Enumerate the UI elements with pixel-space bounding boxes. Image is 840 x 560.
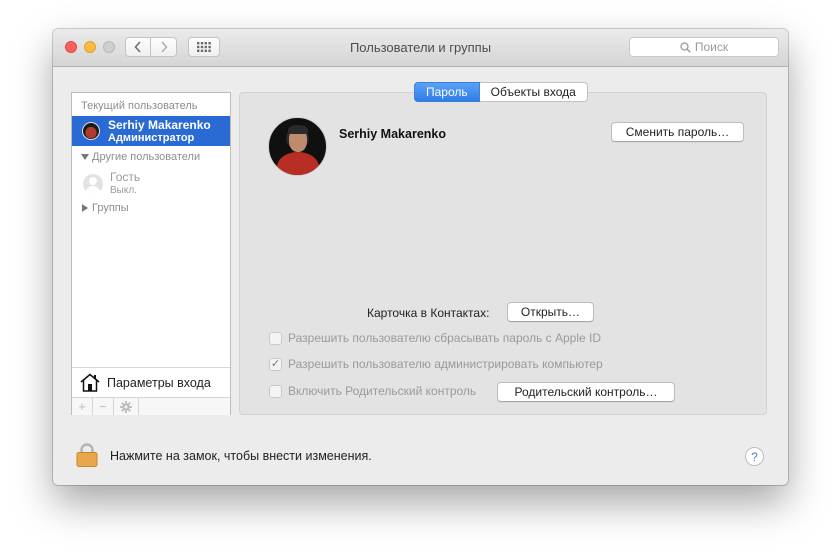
contacts-card-label: Карточка в Контактах: bbox=[367, 306, 490, 320]
checkbox[interactable] bbox=[269, 384, 282, 398]
disclosure-down-icon[interactable] bbox=[81, 154, 89, 160]
remove-user-button[interactable]: − bbox=[93, 398, 114, 415]
search-placeholder: Поиск bbox=[694, 40, 729, 54]
house-icon bbox=[80, 373, 100, 392]
window: Пользователи и группы Поиск Текущий поль… bbox=[53, 29, 788, 485]
tab-bar: Пароль Объекты входа bbox=[414, 82, 588, 102]
option-label: Разрешить пользователю сбрасывать пароль… bbox=[288, 331, 602, 345]
search-field[interactable]: Поиск bbox=[629, 37, 779, 57]
disclosure-right-icon[interactable] bbox=[82, 204, 88, 212]
user-full-name: Serhiy Makarenko bbox=[339, 127, 446, 141]
login-options-item[interactable]: Параметры входа bbox=[72, 367, 230, 398]
sidebar-item-guest[interactable]: Гость bbox=[110, 170, 140, 184]
guest-avatar-icon bbox=[83, 174, 103, 194]
current-user-name: Serhiy Makarenko bbox=[108, 118, 211, 132]
option-parental-controls[interactable]: Включить Родительский контроль bbox=[269, 384, 476, 398]
option-label: Включить Родительский контроль bbox=[288, 384, 477, 398]
open-contacts-button[interactable]: Открыть… bbox=[507, 302, 594, 322]
sidebar-item-current-user[interactable]: Serhiy Makarenko Администратор bbox=[72, 116, 230, 146]
plus-icon: + bbox=[78, 399, 86, 414]
titlebar: Пользователи и группы Поиск bbox=[53, 29, 788, 67]
other-users-header: Другие пользователи bbox=[92, 151, 201, 163]
search-icon bbox=[680, 41, 691, 53]
minus-icon: − bbox=[99, 399, 107, 414]
sidebar-toolbar: + − bbox=[72, 397, 230, 415]
option-allow-admin[interactable]: ✓ Разрешить пользователю администрироват… bbox=[269, 357, 603, 371]
checkbox-checked[interactable]: ✓ bbox=[269, 357, 282, 371]
avatar bbox=[82, 122, 100, 140]
gear-icon bbox=[120, 400, 132, 413]
users-sidebar: Текущий пользователь Serhiy Makarenko Ад… bbox=[71, 92, 231, 415]
tab-password[interactable]: Пароль bbox=[414, 82, 480, 102]
parental-controls-button[interactable]: Родительский контроль… bbox=[497, 382, 675, 402]
login-options-label: Параметры входа bbox=[107, 376, 211, 390]
tab-login-items[interactable]: Объекты входа bbox=[479, 82, 588, 102]
lock-message: Нажмите на замок, чтобы внести изменения… bbox=[110, 449, 372, 463]
current-user-header: Текущий пользователь bbox=[81, 100, 198, 112]
add-user-button[interactable]: + bbox=[72, 398, 93, 415]
guest-status: Выкл. bbox=[110, 185, 137, 196]
option-reset-with-apple-id[interactable]: Разрешить пользователю сбрасывать пароль… bbox=[269, 331, 601, 345]
help-button[interactable]: ? bbox=[745, 447, 764, 466]
action-menu-button[interactable] bbox=[114, 398, 139, 415]
sidebar-item-groups[interactable]: Группы bbox=[92, 202, 129, 214]
change-password-button[interactable]: Сменить пароль… bbox=[611, 122, 744, 142]
current-user-role: Администратор bbox=[108, 132, 195, 144]
user-picture[interactable] bbox=[268, 117, 327, 176]
option-label: Разрешить пользователю администрировать … bbox=[288, 357, 603, 371]
checkbox[interactable] bbox=[269, 331, 282, 345]
lock-icon[interactable] bbox=[75, 443, 99, 467]
